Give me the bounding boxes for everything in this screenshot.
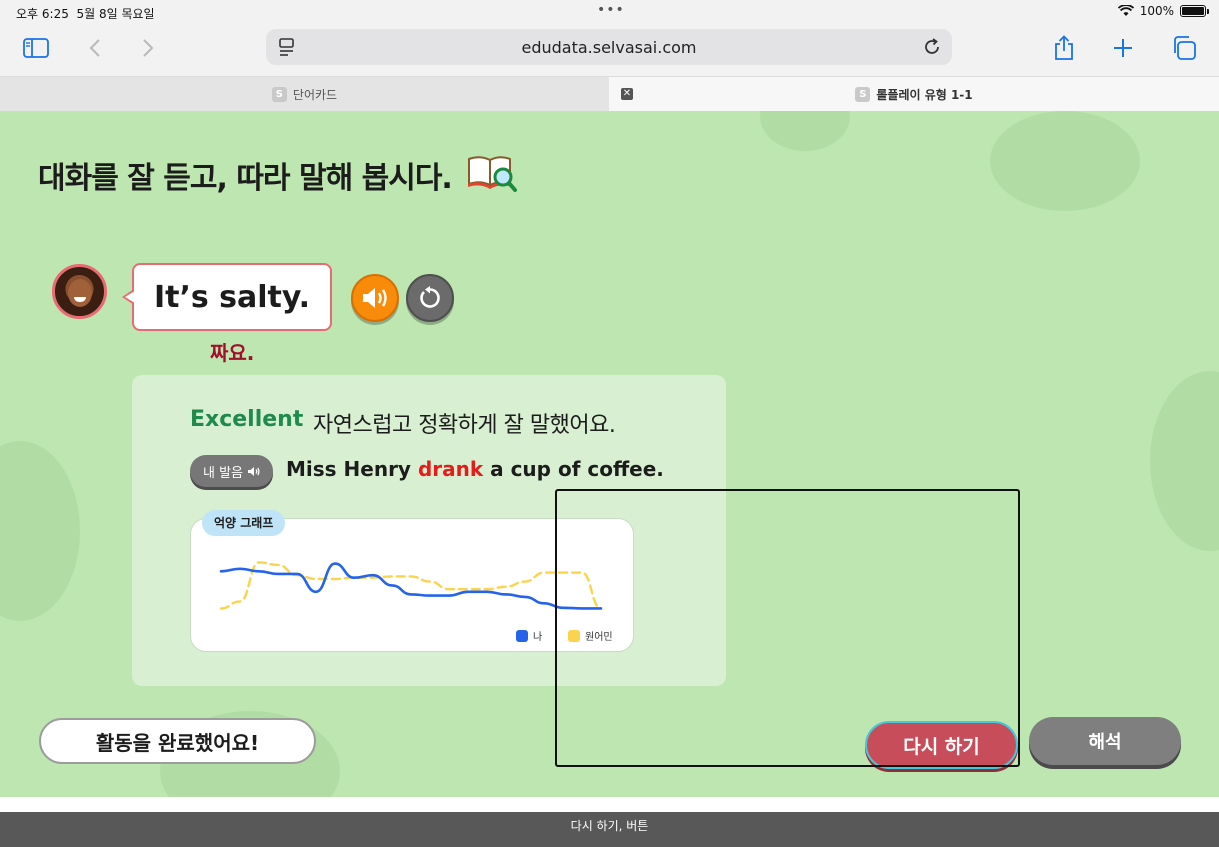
intonation-graph: 억양 그래프 나 원어민: [190, 510, 634, 652]
tab-word-card[interactable]: S 단어카드: [0, 77, 609, 111]
evaluated-sentence: Miss Henry drank a cup of coffee.: [286, 457, 664, 481]
my-pronunciation-button[interactable]: 내 발음: [190, 455, 273, 487]
legend-item-native: 원어민: [568, 628, 613, 643]
series-line-me: [219, 562, 603, 610]
browser-toolbar: edudata.selvasai.com: [0, 24, 1219, 76]
forward-icon[interactable]: [133, 34, 163, 62]
url-text: edudata.selvasai.com: [521, 38, 697, 57]
tab-roleplay[interactable]: ✕ S 롤플레이 유형 1-1: [609, 77, 1219, 111]
avatar: [52, 264, 107, 319]
decor-shape: [1150, 371, 1219, 551]
sentence-translation: 짜요.: [210, 341, 255, 365]
interpretation-button[interactable]: 해석: [1029, 717, 1181, 765]
lesson-content: 대화를 잘 듣고, 따라 말해 봅시다. It’s salty. 짜요. Exc…: [0, 111, 1219, 797]
tab-label: 롤플레이 유형 1-1: [876, 87, 973, 102]
sidebar-icon[interactable]: [21, 34, 51, 62]
decor-shape: [990, 111, 1140, 211]
retry-button[interactable]: 다시 하기: [865, 721, 1018, 769]
tabs-icon[interactable]: [1169, 34, 1199, 62]
avatar-face: [68, 279, 92, 307]
page-title: 대화를 잘 듣고, 따라 말해 봅시다.: [38, 161, 453, 196]
status-time: 오후 6:25 5월 8일 목요일: [16, 7, 155, 21]
grade-label: Excellent: [190, 407, 304, 432]
legend-swatch: [568, 629, 580, 642]
speaker-icon: [248, 466, 260, 476]
legend-item-me: 나: [516, 628, 542, 643]
reload-icon[interactable]: [922, 37, 942, 61]
sentence-part: a cup of coffee.: [483, 457, 664, 481]
tab-favicon: S: [855, 86, 871, 102]
play-audio-button[interactable]: [351, 274, 399, 322]
speech-bubble: It’s salty.: [122, 263, 332, 331]
decor-shape: [0, 441, 80, 621]
replay-button[interactable]: [406, 274, 454, 322]
legend-label: 원어민: [585, 632, 613, 643]
new-tab-icon[interactable]: [1108, 34, 1138, 62]
status-bar: 오후 6:25 5월 8일 목요일 ••• 100%: [0, 0, 1219, 24]
multitask-dots[interactable]: •••: [597, 2, 625, 18]
battery-percent: 100%: [1139, 4, 1174, 18]
decor-shape: [760, 111, 850, 151]
tab-bar: S 단어카드 ✕ S 롤플레이 유형 1-1: [0, 76, 1219, 111]
pron-button-label: 내 발음: [202, 465, 243, 481]
battery-icon: [1180, 5, 1206, 17]
complete-activity-button[interactable]: 활동을 완료했어요!: [39, 718, 316, 764]
back-icon[interactable]: [80, 34, 110, 62]
wifi-icon: [1117, 5, 1134, 16]
bottom-strip: [0, 797, 1219, 812]
status-right: 100%: [1117, 4, 1209, 18]
replay-icon: [420, 286, 440, 308]
address-bar[interactable]: edudata.selvasai.com: [266, 29, 952, 65]
battery-tip: [1207, 8, 1209, 14]
legend-swatch: [516, 629, 528, 642]
speaker-icon: [363, 288, 387, 308]
mispronounced-word: drank: [417, 457, 484, 481]
legend-label: 나: [533, 632, 543, 643]
tab-favicon: S: [271, 86, 287, 102]
voiceover-caption: 다시 하기, 버튼: [0, 812, 1219, 847]
book-search-icon: [466, 153, 518, 197]
tab-label: 단어카드: [292, 87, 338, 102]
feedback-panel: Excellent 자연스럽고 정확하게 잘 말했어요. 내 발음 Miss H…: [132, 375, 726, 686]
sentence-part: Miss Henry: [286, 457, 418, 481]
series-line-native: [219, 561, 603, 610]
grade-message: 자연스럽고 정확하게 잘 말했어요.: [313, 413, 616, 438]
close-tab-icon[interactable]: ✕: [621, 88, 633, 100]
share-icon[interactable]: [1049, 34, 1079, 62]
